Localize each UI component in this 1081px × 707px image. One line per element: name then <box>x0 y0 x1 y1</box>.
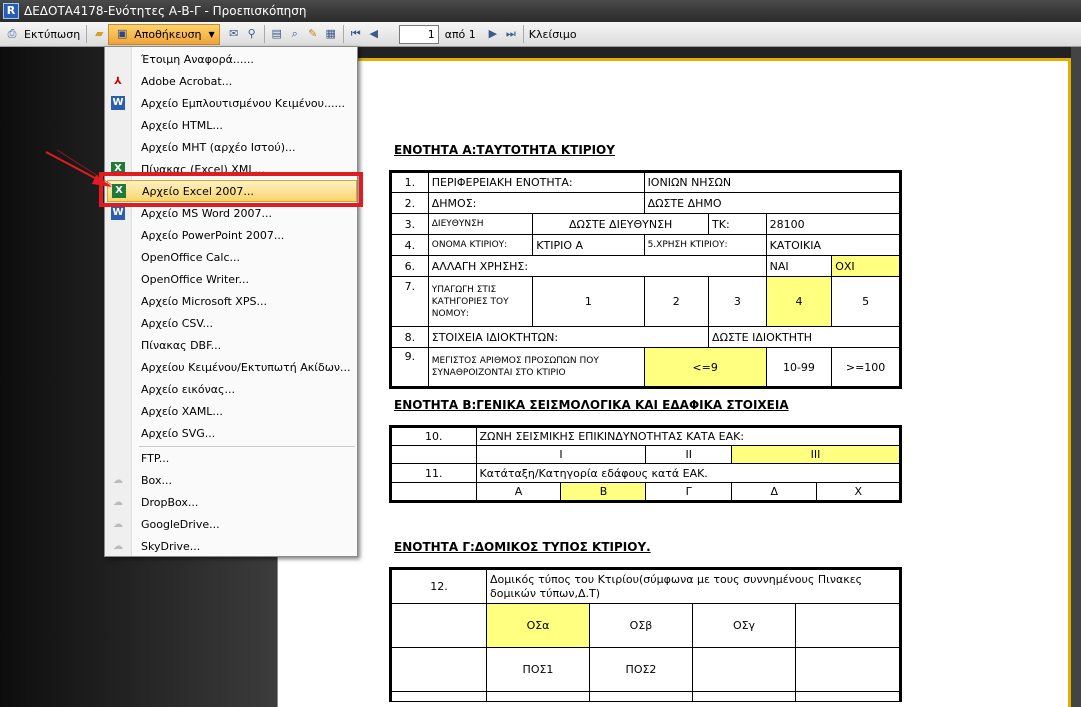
municipality-value: ΔΩΣΤΕ ΔΗΜΟ <box>643 192 902 214</box>
section-a-heading: ΕΝΟΤΗΤΑ Α:ΤΑΥΤΟΤΗΤΑ ΚΤΙΡΙΟΥ <box>394 143 615 157</box>
table-row: 2. ΔΗΜΟΣ: ΔΩΣΤΕ ΔΗΜΟ <box>390 192 902 214</box>
menu-item-csv[interactable]: Αρχείο CSV... <box>107 312 357 334</box>
email-icon[interactable]: ✉ <box>226 26 242 42</box>
toolbar: ⎙ Εκτύπωση ▰ ▣ Αποθήκευση ▼ ✉ ⚲ ▤ ⌕ ✎ ▦ … <box>0 22 1081 47</box>
table-row: 7. ΥΠΑΓΩΓΗ ΣΤΙΣ ΚΑΤΗΓΟΡΙΕΣ ΤΟΥ ΝΟΜΟΥ: 1 … <box>390 276 901 327</box>
section-c-heading: ΕΝΟΤΗΤΑ Γ:ΔΟΜΙΚΟΣ ΤΥΠΟΣ ΚΤΙΡΙΟΥ. <box>394 540 651 554</box>
last-page-icon[interactable]: ⏭ <box>503 26 519 42</box>
selected-option: 4 <box>765 276 833 327</box>
menu-item-xaml[interactable]: Αρχείο XAML... <box>107 400 357 422</box>
table-row: 1. ΠΕΡΙΦΕΡΕΙΑΚΗ ΕΝΟΤΗΤΑ: ΙΟΝΙΩΝ ΝΗΣΩΝ <box>390 171 902 193</box>
table-row: 3. ΔΙΕΥΘΥΝΣΗ ΔΩΣΤΕ ΔΙΕΥΘΥΝΣΗ ΤΚ: 28100 <box>390 213 902 235</box>
menu-item-rich-text[interactable]: W Αρχείο Εμπλουτισμένου Κειμένου...... <box>107 92 357 114</box>
cloud-icon: ☁ <box>113 518 123 530</box>
table-row: ΠΟΣ1 ΠΟΣ2 <box>390 647 901 692</box>
section-a-table: 1. ΠΕΡΙΦΕΡΕΙΑΚΗ ΕΝΟΤΗΤΑ: ΙΟΝΙΩΝ ΝΗΣΩΝ 2.… <box>389 170 902 389</box>
region-value: ΙΟΝΙΩΝ ΝΗΣΩΝ <box>643 171 902 193</box>
save-label: Αποθήκευση <box>134 27 202 41</box>
chevron-down-icon: ▼ <box>208 29 215 39</box>
building-use-value: ΚΑΤΟΙΚΙΑ <box>765 234 902 256</box>
table-row: 10. ΖΩΝΗ ΣΕΙΣΜΙΚΗΣ ΕΠΙΚΙΝΔΥΝΟΤΗΤΑΣ ΚΑΤΑ … <box>390 426 902 446</box>
table-row: 11. Κατάταξη/Κατηγορία εδάφους κατά ΕΑΚ. <box>390 463 902 483</box>
section-c-table: 12. Δομικός τύπος του Κτιρίου(σύμφωνα με… <box>389 567 902 702</box>
address-value: ΔΩΣΤΕ ΔΙΕΥΘΥΝΣΗ <box>532 213 710 235</box>
cloud-icon: ☁ <box>113 474 123 486</box>
menu-item-openoffice-calc[interactable]: OpenOffice Calc... <box>107 246 357 268</box>
first-page-icon[interactable]: ⏮ <box>348 26 364 42</box>
cloud-icon: ☁ <box>113 496 123 508</box>
word-icon: W <box>111 206 125 220</box>
section-b-table: 10. ΖΩΝΗ ΣΕΙΣΜΙΚΗΣ ΕΠΙΚΙΝΔΥΝΟΤΗΤΑΣ ΚΑΤΑ … <box>389 425 902 503</box>
page-count-label: από 1 <box>444 27 476 41</box>
thumbnail-icon[interactable]: ▦ <box>323 26 339 42</box>
building-name-value: ΚΤΙΡΙΟ Α <box>532 234 645 256</box>
table-row: 4. ΟΝΟΜΑ ΚΤΙΡΙΟΥ: ΚΤΙΡΙΟ Α 5.ΧΡΗΣΗ ΚΤΙΡΙ… <box>390 234 902 256</box>
table-row: ΟΣα ΟΣβ ΟΣγ <box>390 603 901 648</box>
table-row: 8. ΣΤΟΙΧΕΙΑ ΙΔΙΟΚΤΗΤΩΝ: ΔΩΣΤΕ ΙΔΙΟΚΤΗΤΗ <box>390 326 901 348</box>
menu-item-mht[interactable]: Αρχείο MHT (αρχέο Ιστού)... <box>107 136 357 158</box>
close-button[interactable]: Κλείσιμο <box>529 28 577 41</box>
page-layout-icon[interactable]: ▤ <box>269 26 285 42</box>
cloud-icon: ☁ <box>113 540 123 552</box>
selected-option: Β <box>561 483 646 500</box>
highlight-box <box>99 172 363 207</box>
menu-item-ftp[interactable]: FTP... <box>107 447 357 469</box>
selected-option: ΙΙΙ <box>730 445 902 464</box>
menu-item-googledrive[interactable]: ☁ GoogleDrive... <box>107 513 357 535</box>
zoom-icon[interactable]: ⌕ <box>287 26 303 42</box>
annotation-arrow <box>45 149 113 187</box>
vertical-scrollbar[interactable] <box>1071 47 1081 707</box>
menu-item-openoffice-writer[interactable]: OpenOffice Writer... <box>107 268 357 290</box>
binoculars-icon[interactable]: ⚲ <box>244 26 260 42</box>
table-row: Ι ΙΙ ΙΙΙ <box>390 445 902 464</box>
next-page-icon[interactable]: ▶ <box>485 26 501 42</box>
menu-item-image[interactable]: Αρχείο εικόνας... <box>107 378 357 400</box>
menu-item-skydrive[interactable]: ☁ SkyDrive... <box>107 535 357 557</box>
section-b-heading: ΕΝΟΤΗΤΑ Β:ΓΕΝΙΚΑ ΣΕΙΣΜΟΛΟΓΙΚΑ ΚΑΙ ΕΔΑΦΙΚ… <box>394 398 789 412</box>
owner-value: ΔΩΣΤΕ ΙΔΙΟΚΤΗΤΗ <box>708 326 901 348</box>
table-row <box>390 691 901 702</box>
selected-option: ΟΧΙ <box>831 255 901 277</box>
menu-item-dbf[interactable]: Πίνακας DBF... <box>107 334 357 356</box>
menu-item-adobe-acrobat[interactable]: ⅄ Adobe Acrobat... <box>107 70 357 92</box>
table-row: 9. ΜΕΓΙΣΤΟΣ ΑΡΙΘΜΟΣ ΠΡΟΣΩΠΩΝ ΠΟΥ ΣΥΝΑΘΡΟ… <box>390 347 901 388</box>
menu-item-text-printer[interactable]: Αρχείου Κειμένου/Εκτυπωτή Ακίδων... <box>107 356 357 378</box>
menu-item-powerpoint-2007[interactable]: Αρχείο PowerPoint 2007... <box>107 224 357 246</box>
menu-item-html[interactable]: Αρχείο HTML... <box>107 114 357 136</box>
menu-item-dropbox[interactable]: ☁ DropBox... <box>107 491 357 513</box>
postal-code-value: 28100 <box>765 213 902 235</box>
table-row: 6. ΑΛΛΑΓΗ ΧΡΗΣΗΣ: ΝΑΙ ΟΧΙ <box>390 255 901 277</box>
menu-item-box[interactable]: ☁ Box... <box>107 469 357 491</box>
menu-item-xps[interactable]: Αρχείο Microsoft XPS... <box>107 290 357 312</box>
menu-item-svg[interactable]: Αρχείο SVG... <box>107 422 357 444</box>
table-row: 12. Δομικός τύπος του Κτιρίου(σύμφωνα με… <box>390 568 901 604</box>
selected-option: <=9 <box>643 347 767 388</box>
save-format-menu: Έτοιμη Αναφορά...... ⅄ Adobe Acrobat... W… <box>104 46 358 557</box>
previous-page-icon[interactable]: ◀ <box>366 26 382 42</box>
page-number-input[interactable] <box>398 24 439 44</box>
selected-option: ΟΣα <box>486 603 590 648</box>
edit-icon[interactable]: ✎ <box>305 26 321 42</box>
table-row: ΑΒ Γ Δ Χ <box>390 482 901 502</box>
menu-item-ready-report[interactable]: Έτοιμη Αναφορά...... <box>107 48 357 70</box>
region-label: ΠΕΡΙΦΕΡΕΙΑΚΗ ΕΝΟΤΗΤΑ: <box>427 171 645 193</box>
title-bar: R ΔΕΔΟΤΑ4178-Ενότητες Α-Β-Γ - Προεπισκόπ… <box>0 0 1081 22</box>
